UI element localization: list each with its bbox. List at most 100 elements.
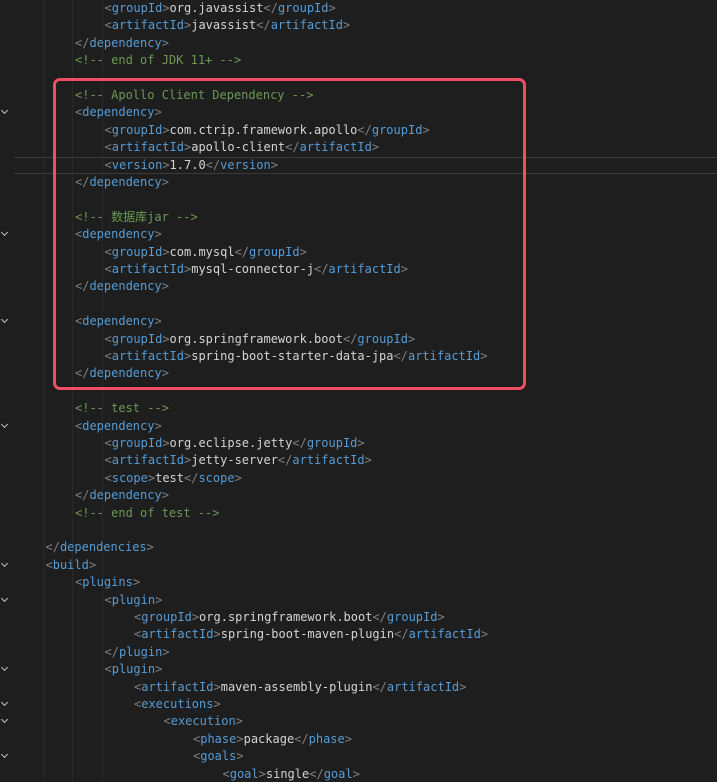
tag-bracket: < xyxy=(104,18,112,33)
code-line[interactable]: <groupId>org.eclipse.jetty</groupId> xyxy=(14,435,717,452)
tag-name: phase xyxy=(200,731,237,746)
element-value: spring-boot-maven-plugin xyxy=(220,627,395,642)
tag-bracket: > xyxy=(234,470,242,485)
xml-comment: <!-- end of JDK 11+ --> xyxy=(75,53,242,68)
fold-chevron-icon[interactable] xyxy=(1,699,9,707)
code-line[interactable]: <groupId>org.javassist</groupId> xyxy=(14,0,717,17)
tag-bracket: > xyxy=(155,662,163,677)
code-line[interactable]: <artifactId>spring-boot-maven-plugin</ar… xyxy=(14,626,717,643)
code-line[interactable]: <artifactId>javassist</artifactId> xyxy=(14,17,717,34)
code-line[interactable]: </dependencies> xyxy=(14,539,717,556)
tag-name: phase xyxy=(308,731,345,746)
tag-bracket: </ xyxy=(292,436,307,450)
tag-name: executions xyxy=(141,697,214,711)
fold-chevron-icon[interactable] xyxy=(1,421,9,429)
tag-bracket: > xyxy=(213,679,221,694)
fold-chevron-icon[interactable] xyxy=(1,107,9,115)
tag-bracket: > xyxy=(154,418,162,433)
tag-bracket: > xyxy=(191,610,200,624)
code-line[interactable]: <plugins> xyxy=(14,574,717,591)
tag-bracket: > xyxy=(161,35,169,50)
tag-bracket: > xyxy=(344,731,352,746)
tag-name: goals xyxy=(200,749,237,764)
code-line[interactable]: </plugin> xyxy=(14,644,717,661)
fold-chevron-icon[interactable] xyxy=(1,595,9,603)
tag-bracket: < xyxy=(104,453,112,468)
tag-bracket: > xyxy=(236,749,244,764)
tag-bracket: > xyxy=(132,575,141,590)
element-value: javassist xyxy=(191,18,257,33)
fold-chevron-icon[interactable] xyxy=(1,716,9,724)
xml-comment: <!-- end of test --> xyxy=(75,505,220,520)
code-line[interactable]: <groupId>org.springframework.boot</group… xyxy=(14,609,717,626)
element-value: maven-assembly-plugin xyxy=(220,679,373,694)
code-line[interactable] xyxy=(14,522,717,539)
tag-bracket: < xyxy=(163,714,171,729)
tag-name: groupId xyxy=(306,436,358,450)
element-value: package xyxy=(243,731,295,746)
tag-bracket: </ xyxy=(45,540,60,555)
editor-gutter xyxy=(0,0,14,782)
tag-bracket: > xyxy=(155,592,163,607)
code-line[interactable]: <artifactId>maven-assembly-plugin</artif… xyxy=(14,679,717,696)
code-line[interactable]: <!-- test --> xyxy=(14,400,717,417)
code-line[interactable]: <dependency> xyxy=(14,418,717,435)
tag-bracket: </ xyxy=(263,1,278,15)
code-line[interactable]: </dependency> xyxy=(14,487,717,504)
tag-name: artifactId xyxy=(292,453,365,468)
tag-bracket: < xyxy=(104,662,112,677)
tag-name: groupId xyxy=(277,1,329,15)
fold-chevron-icon[interactable] xyxy=(1,664,9,672)
tag-name: build xyxy=(52,557,89,572)
fold-chevron-icon[interactable] xyxy=(1,316,9,324)
tag-name: groupId xyxy=(386,610,438,624)
tag-bracket: > xyxy=(147,470,156,485)
tag-bracket: > xyxy=(162,436,170,450)
tag-bracket: </ xyxy=(75,488,90,503)
tag-bracket: > xyxy=(236,731,244,746)
tag-bracket: > xyxy=(161,488,169,503)
tag-name: artifactId xyxy=(141,627,214,642)
tag-name: dependency xyxy=(82,418,155,433)
code-editor[interactable]: <groupId>org.javassist</groupId> <artifac… xyxy=(0,0,717,782)
tag-bracket: > xyxy=(364,453,372,468)
tag-name: scope xyxy=(111,470,148,485)
code-line[interactable]: <build> xyxy=(14,557,717,574)
tag-bracket: </ xyxy=(277,453,293,468)
tag-bracket: </ xyxy=(309,766,324,781)
fold-chevron-icon[interactable] xyxy=(1,751,9,759)
fold-chevron-icon[interactable] xyxy=(1,560,9,568)
code-line[interactable]: </dependency> xyxy=(14,35,717,52)
tag-bracket: > xyxy=(480,627,489,642)
tag-name: artifactId xyxy=(270,18,343,33)
fold-chevron-icon[interactable] xyxy=(1,229,9,237)
code-line[interactable]: <!-- end of JDK 11+ --> xyxy=(14,52,717,69)
annotation-highlight-box xyxy=(53,78,526,390)
tag-name: plugin xyxy=(111,592,156,607)
tag-bracket: </ xyxy=(104,644,119,659)
element-value: org.springframework.boot xyxy=(199,610,373,624)
tag-bracket: > xyxy=(162,1,170,15)
code-line[interactable]: <executions> xyxy=(14,696,717,713)
code-line[interactable]: <!-- end of test --> xyxy=(14,505,717,522)
code-line[interactable]: <plugin> xyxy=(14,661,717,678)
element-value: test xyxy=(155,470,184,485)
code-line[interactable]: <artifactId>jetty-server</artifactId> xyxy=(14,452,717,469)
tag-name: artifactId xyxy=(408,627,481,642)
code-line[interactable]: <execution> xyxy=(14,713,717,730)
tag-bracket: < xyxy=(104,592,112,607)
element-value: jetty-server xyxy=(191,453,278,468)
code-line[interactable]: <goal>single</goal> xyxy=(14,766,717,782)
code-line[interactable]: <plugin> xyxy=(14,592,717,609)
tag-bracket: > xyxy=(146,540,154,555)
tag-bracket: > xyxy=(235,714,243,729)
tag-bracket: </ xyxy=(256,18,271,33)
tag-bracket: < xyxy=(104,470,112,485)
tag-bracket: </ xyxy=(184,470,199,485)
tag-name: goal xyxy=(229,766,259,781)
code-line[interactable]: <goals> xyxy=(14,748,717,765)
code-line[interactable]: <phase>package</phase> xyxy=(14,731,717,748)
tag-bracket: < xyxy=(45,557,53,572)
tag-bracket: > xyxy=(437,610,445,624)
code-line[interactable]: <scope>test</scope> xyxy=(14,470,717,487)
